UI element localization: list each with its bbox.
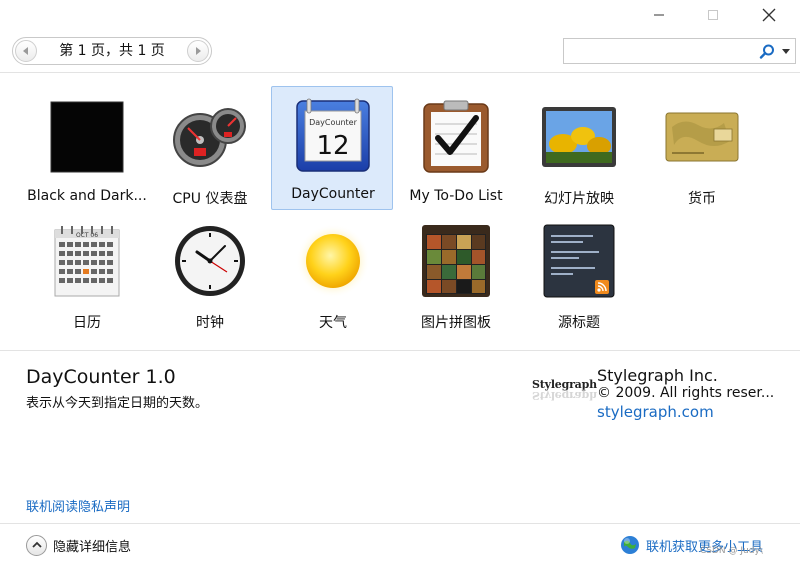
privacy-link[interactable]: 联机阅读隐私声明: [26, 496, 130, 515]
hide-details-label: 隐藏详细信息: [53, 539, 132, 555]
close-button[interactable]: [746, 0, 792, 30]
daycounter-thumb-caption: DayCounter: [309, 118, 357, 127]
toolbar: 第 1 页，共 1 页: [0, 36, 800, 68]
triangle-left-icon: [23, 47, 28, 55]
divider: [0, 350, 800, 351]
publisher-link[interactable]: stylegraph.com: [597, 403, 714, 421]
feed-headlines-icon: [539, 221, 619, 301]
gadget-tile-picture-puzzle[interactable]: 图片拼图板: [394, 212, 516, 336]
gadget-label: DayCounter: [291, 186, 375, 202]
page-navigator: 第 1 页，共 1 页: [12, 37, 212, 65]
gadget-label: 源标题: [558, 315, 600, 331]
divider: [0, 523, 800, 524]
publisher-name: Stylegraph Inc.: [597, 366, 718, 385]
slideshow-icon: [539, 97, 619, 177]
weather-sun-icon: [293, 221, 373, 301]
close-icon: [762, 8, 776, 22]
gadget-label: 时钟: [196, 315, 224, 331]
chevron-up-icon: [26, 534, 47, 556]
next-page-button[interactable]: [187, 40, 209, 62]
globe-icon: [621, 536, 639, 554]
gadget-label: 幻灯片放映: [544, 191, 614, 207]
currency-card-icon: [662, 97, 742, 177]
gadget-tile-black-and-dark[interactable]: Black and Dark...: [25, 88, 147, 212]
publisher-logo: Stylegraph Stylegraph: [532, 378, 597, 408]
gadget-tile-slideshow[interactable]: 幻灯片放映: [517, 88, 639, 212]
publisher-logo-reflection: Stylegraph: [532, 389, 597, 402]
details-panel: DayCounter 1.0 表示从今天到指定日期的天数。 Stylegraph…: [0, 352, 800, 522]
clock-icon: [170, 221, 250, 301]
gadget-label: 货币: [688, 191, 716, 207]
gadget-label: My To-Do List: [409, 188, 503, 204]
hide-details-button[interactable]: 隐藏详细信息: [26, 534, 131, 556]
gadget-label: 天气: [319, 315, 347, 331]
cpu-gauge-icon: [170, 97, 250, 177]
title-bar: [0, 0, 800, 30]
gadget-tile-clock[interactable]: 时钟: [148, 212, 270, 336]
chevron-down-icon[interactable]: [781, 48, 791, 56]
gadget-label: 日历: [73, 315, 101, 331]
black-square-icon: [47, 97, 127, 177]
search-icon[interactable]: [758, 43, 776, 61]
gadget-tile-currency[interactable]: 货币: [640, 88, 762, 212]
daycounter-calendar-icon: DayCounter 12: [293, 95, 373, 175]
watermark-text: CSDN @ Judy\: [700, 546, 763, 556]
daycounter-thumb-day: 12: [316, 131, 349, 161]
calendar-icon: OCT 06: [47, 221, 127, 301]
calendar-thumb-month: OCT 06: [76, 232, 98, 239]
search-box: [563, 38, 796, 64]
minimize-button[interactable]: [636, 0, 682, 30]
gadget-tile-daycounter[interactable]: DayCounter 12 DayCounter: [271, 86, 393, 210]
gadget-tile-calendar[interactable]: OCT 06 日历: [25, 212, 147, 336]
gadget-tile-my-todo-list[interactable]: My To-Do List: [394, 88, 516, 212]
picture-puzzle-icon: [416, 221, 496, 301]
maximize-button[interactable]: [690, 0, 736, 30]
gadget-tile-weather[interactable]: 天气: [271, 212, 393, 336]
maximize-icon: [708, 10, 718, 20]
todo-clipboard-icon: [416, 97, 496, 177]
page-indicator: 第 1 页，共 1 页: [59, 43, 165, 59]
gadget-tile-feed-headlines[interactable]: 源标题: [517, 212, 639, 336]
search-input[interactable]: [568, 41, 748, 61]
gadget-label: Black and Dark...: [27, 188, 147, 204]
gadget-label: 图片拼图板: [421, 315, 491, 331]
copyright-text: © 2009. All rights reser...: [597, 385, 775, 401]
gadget-grid: Black and Dark... CPU 仪表盘 DayCounter 12 …: [0, 82, 800, 342]
details-description: 表示从今天到指定日期的天数。: [26, 396, 209, 411]
footer: 隐藏详细信息 联机获取更多小工具 CSDN @ Judy\: [0, 528, 800, 569]
divider: [0, 72, 800, 73]
triangle-right-icon: [196, 47, 201, 55]
details-title: DayCounter 1.0: [26, 366, 176, 388]
gadget-label: CPU 仪表盘: [172, 191, 248, 207]
gadget-tile-cpu-meter[interactable]: CPU 仪表盘: [148, 88, 270, 212]
previous-page-button[interactable]: [15, 40, 37, 62]
minimize-icon: [654, 14, 664, 16]
